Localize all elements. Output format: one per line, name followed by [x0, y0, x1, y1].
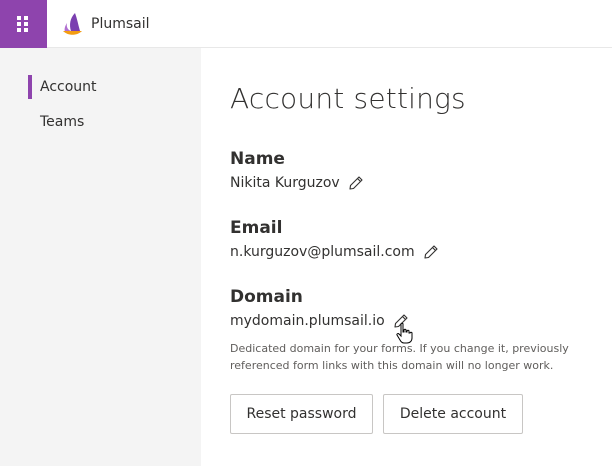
plumsail-logo-icon [63, 13, 82, 35]
reset-password-button[interactable]: Reset password [230, 394, 373, 434]
name-row: Nikita Kurguzov [230, 175, 364, 191]
edit-email-pencil-icon[interactable] [423, 244, 439, 260]
sidebar-item-label: Teams [40, 114, 85, 130]
sidebar: Account Teams [0, 48, 201, 466]
name-value: Nikita Kurguzov [230, 175, 340, 191]
brand-name: Plumsail [91, 16, 150, 32]
name-label: Name [230, 149, 285, 169]
top-bar: Plumsail [0, 0, 612, 48]
app-launcher-button[interactable] [0, 0, 47, 48]
email-value: n.kurguzov@plumsail.com [230, 244, 415, 260]
domain-hint: Dedicated domain for your forms. If you … [230, 342, 569, 372]
brand[interactable]: Plumsail [62, 12, 150, 36]
waffle-icon [17, 16, 29, 32]
edit-name-pencil-icon[interactable] [348, 175, 364, 191]
sidebar-item-label: Account [40, 79, 97, 95]
domain-value: mydomain.plumsail.io [230, 313, 385, 329]
main-content: Account settings Name Nikita Kurguzov Em… [201, 48, 612, 466]
email-row: n.kurguzov@plumsail.com [230, 244, 439, 260]
email-label: Email [230, 218, 283, 238]
domain-row: mydomain.plumsail.io [230, 313, 409, 329]
edit-domain-pencil-icon[interactable] [393, 313, 409, 329]
domain-label: Domain [230, 287, 303, 307]
sidebar-item-teams[interactable]: Teams [28, 110, 84, 134]
delete-account-button[interactable]: Delete account [383, 394, 523, 434]
page-title: Account settings [230, 82, 466, 115]
sidebar-item-account[interactable]: Account [28, 75, 97, 99]
active-indicator [28, 75, 32, 99]
